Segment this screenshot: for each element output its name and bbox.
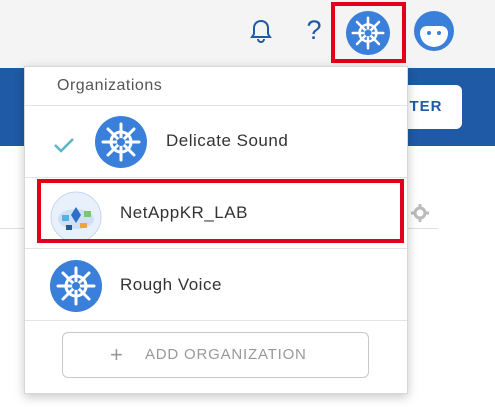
kubernetes-helm-icon [95,116,147,168]
plus-icon: + [110,342,123,367]
user-avatar-icon[interactable] [414,11,454,51]
gear-icon[interactable] [411,204,429,222]
kubernetes-helm-icon [50,260,102,312]
org-item-rough-voice[interactable]: Rough Voice [25,249,407,319]
page: ? TER Organizations Delicate Sound NetAp… [0,0,495,407]
selected-item-highlight [37,179,404,243]
add-organization-label: ADD ORGANIZATION [145,346,307,363]
divider [25,320,407,321]
add-organization-button[interactable]: + ADD ORGANIZATION [62,332,369,378]
check-icon [53,136,75,154]
org-name: Rough Voice [120,275,222,294]
dropdown-title: Organizations [57,77,163,94]
organizations-dropdown: Organizations Delicate Sound NetAppKR_LA… [24,66,408,394]
organization-switcher-highlight [331,2,406,63]
bell-icon[interactable] [247,17,275,45]
org-item-delicate-sound[interactable]: Delicate Sound [25,106,407,177]
org-name: Delicate Sound [166,131,289,150]
help-icon[interactable]: ? [300,12,328,48]
